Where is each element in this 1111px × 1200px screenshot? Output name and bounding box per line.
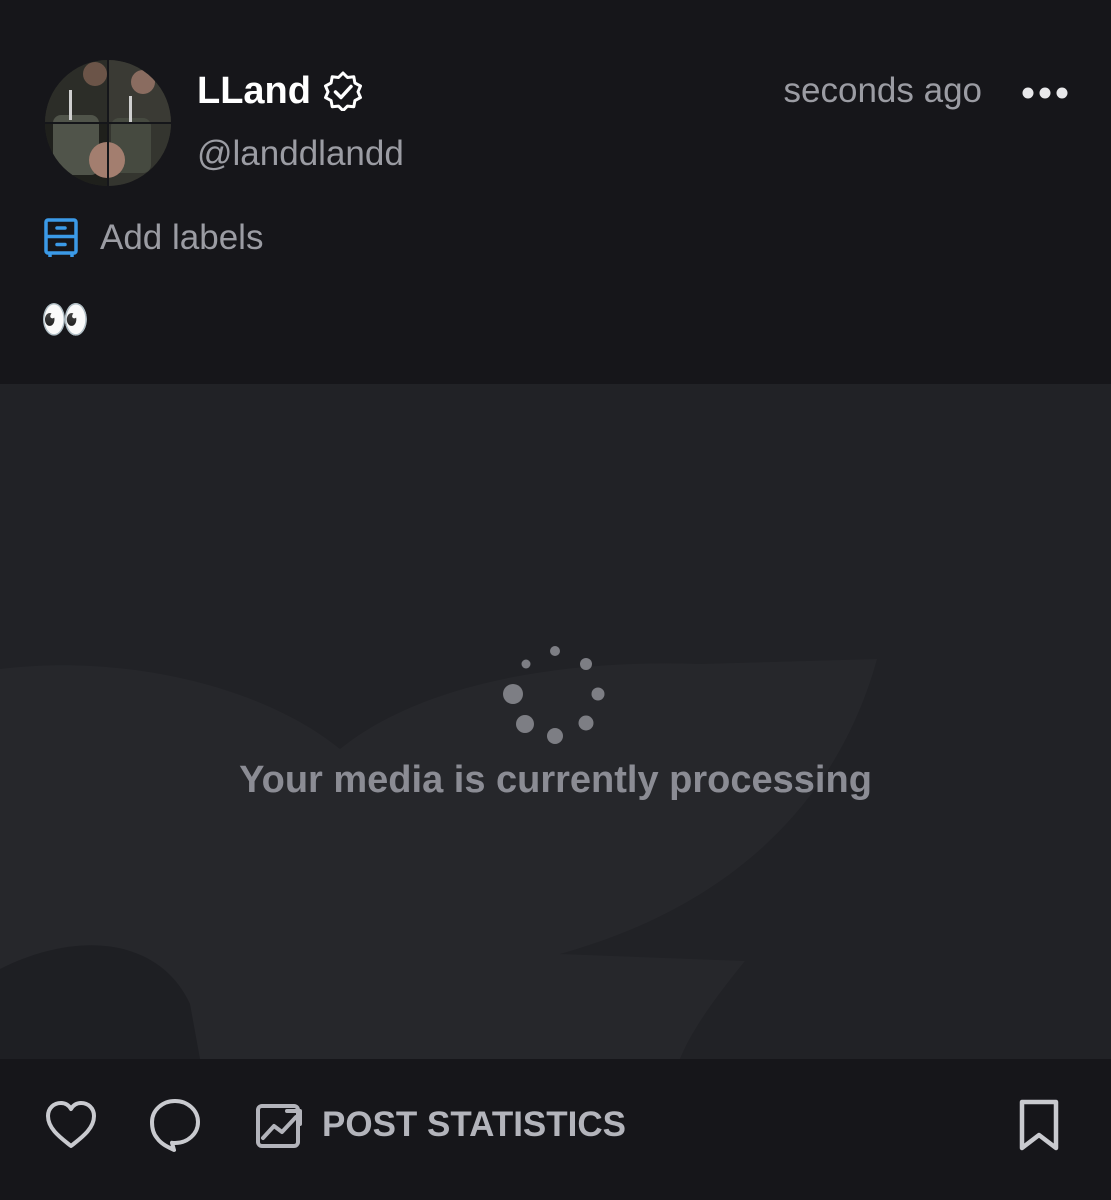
verified-badge-icon: [323, 71, 363, 113]
post-card: LLand @landdlandd seconds ago Add labels…: [0, 0, 1111, 1200]
add-labels-button[interactable]: Add labels: [42, 214, 263, 262]
like-button[interactable]: [44, 1095, 98, 1155]
more-options-button[interactable]: [1016, 76, 1074, 110]
add-labels-text: Add labels: [100, 218, 264, 257]
labels-icon: [42, 217, 80, 259]
post-header: LLand @landdlandd seconds ago Add labels…: [0, 0, 1111, 384]
bookmark-icon: [1019, 1099, 1059, 1151]
more-horizontal-icon: [1022, 87, 1068, 99]
bookmark-button[interactable]: [1014, 1095, 1064, 1155]
heart-icon: [46, 1101, 96, 1148]
author-handle[interactable]: @landdlandd: [197, 132, 404, 176]
post-timestamp: seconds ago: [783, 71, 982, 110]
chart-icon: [256, 1104, 302, 1148]
loading-spinner-icon: [503, 646, 605, 744]
comment-button[interactable]: [148, 1095, 202, 1155]
author-display-name[interactable]: LLand: [197, 68, 363, 114]
post-statistics-button[interactable]: POST STATISTICS: [254, 1095, 626, 1155]
avatar[interactable]: [45, 60, 171, 186]
comment-icon: [150, 1099, 200, 1152]
post-body-text: 👀: [40, 298, 90, 342]
post-statistics-label: POST STATISTICS: [322, 1105, 626, 1144]
post-actions-bar: POST STATISTICS: [0, 1059, 1111, 1200]
author-name-text: LLand: [197, 70, 311, 112]
media-processing-text: Your media is currently processing: [239, 759, 872, 801]
